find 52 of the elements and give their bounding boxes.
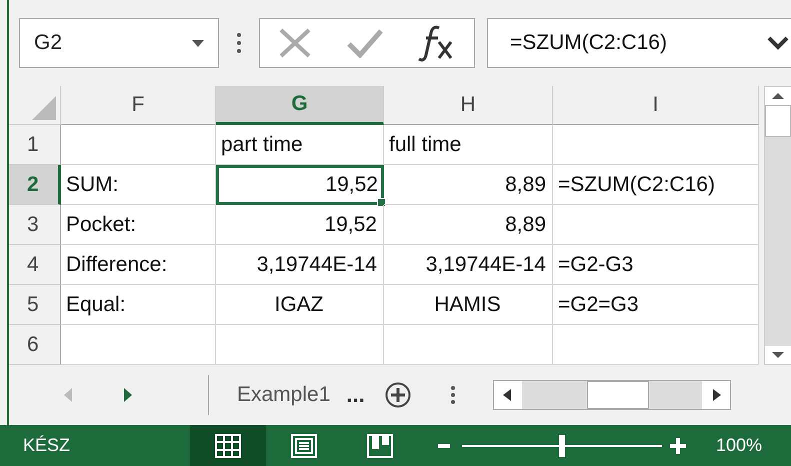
table-cell: full time: [384, 125, 553, 165]
row-header[interactable]: 4: [9, 245, 61, 285]
table-cell: 8,89: [384, 165, 553, 205]
sheet-tab[interactable]: Example1: [237, 383, 330, 407]
scroll-down-icon[interactable]: [765, 346, 791, 364]
scroll-left-icon[interactable]: [494, 381, 522, 409]
check-icon[interactable]: [346, 28, 384, 58]
column-header[interactable]: G: [216, 86, 384, 125]
dropdown-icon: [192, 40, 204, 46]
next-sheet-icon[interactable]: [122, 388, 132, 402]
scroll-thumb[interactable]: [765, 105, 791, 137]
row-header[interactable]: 1: [9, 125, 61, 165]
table-cell: Pocket:: [61, 205, 216, 245]
table-cell: =G2=G3: [553, 285, 759, 325]
scroll-up-icon[interactable]: [765, 87, 791, 105]
more-sheets-button[interactable]: ...: [346, 382, 365, 408]
table-cell: 3,19744E-14: [216, 245, 384, 285]
normal-view-button[interactable]: [190, 425, 266, 466]
horizontal-scrollbar[interactable]: [492, 380, 731, 410]
table-cell: 3,19744E-14: [384, 245, 553, 285]
more-icon[interactable]: [237, 33, 241, 53]
table-cell: SUM:: [61, 165, 216, 205]
table-cell: Difference:: [61, 245, 216, 285]
table-cell: IGAZ: [216, 285, 384, 325]
formula-field[interactable]: =SZUM(C2:C16): [487, 18, 791, 68]
page-break-icon: [367, 434, 393, 458]
scroll-right-icon[interactable]: [702, 381, 730, 409]
row-header[interactable]: 6: [9, 325, 61, 365]
table-cell: 8,89: [384, 205, 553, 245]
status-text: KÉSZ: [23, 435, 72, 456]
row-header[interactable]: 3: [9, 205, 61, 245]
table-cell: part time: [216, 125, 384, 165]
table-cell: HAMIS: [384, 285, 553, 325]
table-cell: 19,52: [216, 165, 384, 205]
zoom-in-icon[interactable]: [670, 438, 686, 454]
table-cell: 19,52: [216, 205, 384, 245]
expand-icon[interactable]: [767, 36, 789, 50]
column-header[interactable]: I: [553, 86, 759, 125]
vertical-scrollbar[interactable]: [764, 86, 791, 365]
zoom-level-text[interactable]: 100%: [716, 435, 762, 456]
column-header[interactable]: H: [384, 86, 553, 125]
name-box[interactable]: G2: [19, 18, 219, 68]
page-icon: [291, 434, 317, 458]
row-header[interactable]: 2: [9, 165, 61, 205]
table-cell: =SZUM(C2:C16): [553, 165, 759, 205]
row-header[interactable]: 5: [9, 285, 61, 325]
zoom-out-icon[interactable]: [438, 444, 450, 448]
grid-icon: [215, 434, 241, 458]
add-sheet-icon[interactable]: [384, 382, 411, 408]
more-icon[interactable]: [450, 386, 455, 404]
table-cell: Equal:: [61, 285, 216, 325]
table-cell: =G2-G3: [553, 245, 759, 285]
